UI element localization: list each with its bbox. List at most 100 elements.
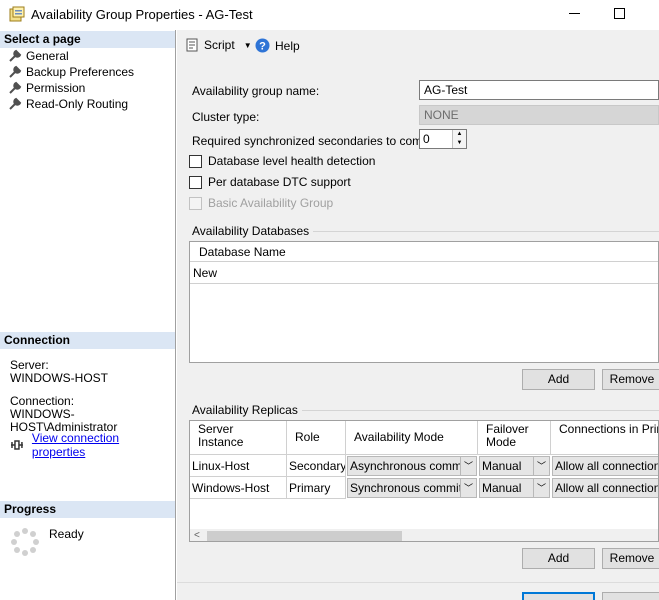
script-button[interactable]: Script ▼ (185, 38, 252, 52)
checkbox-box[interactable] (189, 154, 202, 168)
page-item-backup-preferences[interactable]: Backup Preferences (8, 64, 134, 80)
stepper-up-icon[interactable]: ▲ (453, 130, 466, 139)
connection-header: Connection (0, 332, 175, 349)
replica-server-cell[interactable]: Windows-Host (190, 477, 287, 499)
db-health-checkbox[interactable]: Database level health detection (189, 154, 375, 168)
availability-databases-title: Availability Databases (192, 224, 314, 238)
select-page-header: Select a page (0, 31, 175, 48)
view-connection-properties[interactable]: View connection properties (10, 431, 175, 459)
scroll-left-icon[interactable]: < (194, 530, 200, 541)
progress-row: Ready (10, 527, 84, 557)
title-bar: Availability Group Properties - AG-Test (0, 0, 659, 30)
script-icon (186, 38, 198, 52)
page-item-label: General (26, 49, 69, 63)
database-name-header[interactable]: Database Name (190, 242, 658, 262)
chevron-down-icon[interactable]: ﹀ (533, 457, 549, 475)
availability-mode-dropdown[interactable]: Synchronous commit ﹀ (347, 478, 477, 498)
left-panel: Select a page General Backup Preferences… (0, 30, 176, 600)
failover-mode-value: Manual (482, 459, 522, 473)
availability-mode-header[interactable]: Availability Mode (346, 421, 478, 455)
chevron-down-icon[interactable]: ▼ (244, 41, 252, 50)
cluster-type-label: Cluster type: (192, 110, 260, 124)
availability-databases-grid[interactable]: Database Name New (189, 241, 659, 363)
wrench-icon (9, 97, 22, 110)
availability-mode-dropdown[interactable]: Asynchronous commit ﹀ (347, 456, 477, 476)
availability-replicas-title: Availability Replicas (192, 403, 302, 417)
connections-value: Allow all connections (555, 459, 659, 473)
connections-value: Allow all connections (555, 481, 659, 495)
help-icon: ? (255, 38, 270, 53)
checkbox-box (189, 196, 202, 210)
toolbar: Script ▼ ? Help (177, 30, 659, 60)
dtc-label: Per database DTC support (208, 175, 351, 189)
availability-mode-value: Synchronous commit (350, 481, 463, 495)
replica-role-cell[interactable]: Secondary (287, 455, 346, 477)
group-divider (287, 410, 659, 411)
ag-name-label: Availability group name: (192, 84, 320, 98)
remove-database-button[interactable]: Remove (602, 369, 659, 390)
connections-dropdown[interactable]: Allow all connections (552, 478, 659, 498)
page-item-label: Read-Only Routing (26, 97, 129, 111)
stepper-arrows[interactable]: ▲ ▼ (452, 130, 466, 148)
cluster-type-field: NONE (419, 105, 659, 125)
availability-replicas-grid[interactable]: Server Instance Role Availability Mode F… (189, 420, 659, 542)
req-sync-value: 0 (423, 132, 430, 146)
scrollbar-thumb[interactable] (207, 531, 402, 541)
dtc-checkbox[interactable]: Per database DTC support (189, 175, 351, 189)
availability-mode-value: Asynchronous commit (350, 459, 469, 473)
failover-mode-header[interactable]: Failover Mode (478, 421, 551, 455)
failover-mode-dropdown[interactable]: Manual ﹀ (479, 478, 550, 498)
stepper-down-icon[interactable]: ▼ (453, 139, 466, 148)
req-sync-label: Required synchronized secondaries to com… (192, 134, 442, 148)
ok-button[interactable] (522, 592, 595, 600)
plug-icon (10, 440, 23, 450)
page-item-permission[interactable]: Permission (8, 80, 85, 96)
maximize-button[interactable] (614, 8, 625, 19)
svg-text:?: ? (259, 41, 266, 53)
req-sync-stepper[interactable]: 0 ▲ ▼ (419, 129, 467, 149)
page-item-read-only-routing[interactable]: Read-Only Routing (8, 96, 128, 112)
app-icon (9, 6, 25, 22)
role-header[interactable]: Role (287, 421, 346, 455)
script-label: Script (204, 38, 235, 52)
failover-mode-value: Manual (482, 481, 522, 495)
page-item-label: Permission (26, 81, 86, 95)
server-instance-header[interactable]: Server Instance (190, 421, 287, 455)
progress-header: Progress (0, 501, 175, 518)
minimize-button[interactable] (569, 13, 580, 14)
horizontal-scrollbar[interactable]: < (190, 529, 658, 541)
checkbox-box[interactable] (189, 175, 202, 189)
footer-divider (177, 582, 659, 583)
connections-header[interactable]: Connections in Primary Role (551, 421, 658, 455)
window-title: Availability Group Properties - AG-Test (31, 7, 253, 22)
replica-server-cell[interactable]: Linux-Host (190, 455, 287, 477)
page-item-label: Backup Preferences (26, 65, 135, 79)
chevron-down-icon[interactable]: ﹀ (460, 457, 476, 475)
database-name-cell: New (193, 266, 218, 280)
wrench-icon (9, 65, 22, 78)
table-row[interactable]: New (190, 262, 658, 284)
wrench-icon (9, 49, 22, 62)
progress-spinner-icon (11, 528, 39, 556)
basic-ag-label: Basic Availability Group (208, 196, 334, 210)
cancel-button[interactable] (602, 592, 659, 600)
basic-ag-checkbox: Basic Availability Group (189, 196, 333, 210)
failover-mode-dropdown[interactable]: Manual ﹀ (479, 456, 550, 476)
main-panel: Availability group name: AG-Test Cluster… (177, 60, 659, 600)
replica-role-cell[interactable]: Primary (287, 477, 346, 499)
connections-dropdown[interactable]: Allow all connections (552, 456, 659, 476)
remove-replica-button[interactable]: Remove (602, 548, 659, 569)
add-replica-button[interactable]: Add (522, 548, 595, 569)
page-item-general[interactable]: General (8, 48, 69, 64)
chevron-down-icon[interactable]: ﹀ (533, 479, 549, 497)
add-database-button[interactable]: Add (522, 369, 595, 390)
help-label: Help (275, 38, 300, 53)
wrench-icon (9, 81, 22, 94)
db-health-label: Database level health detection (208, 154, 376, 168)
ag-name-field[interactable]: AG-Test (419, 80, 659, 100)
help-button[interactable]: ? Help (255, 38, 300, 53)
chevron-down-icon[interactable]: ﹀ (460, 479, 476, 497)
server-value: WINDOWS-HOST (10, 371, 108, 385)
group-divider (297, 231, 659, 232)
view-connection-properties-link[interactable]: View connection properties (32, 431, 175, 459)
